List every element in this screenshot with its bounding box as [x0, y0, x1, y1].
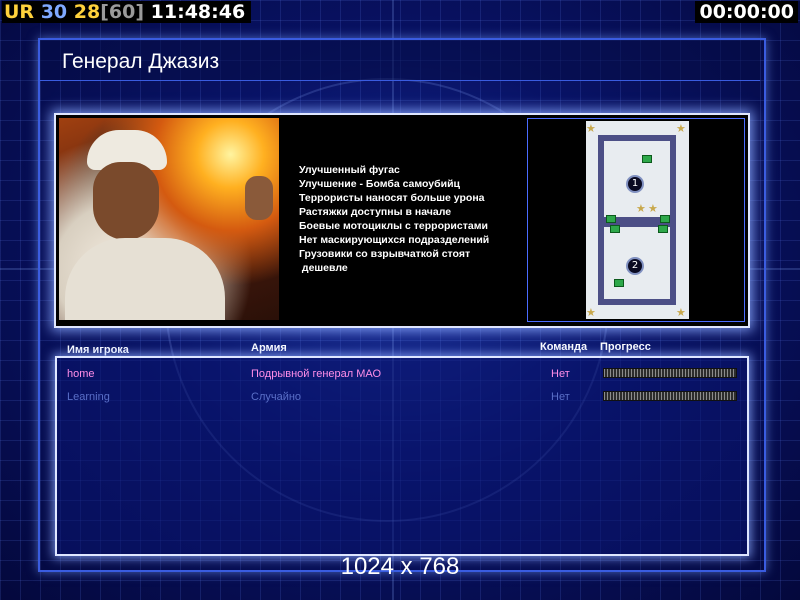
trait-line: Растяжки доступны в начале: [299, 206, 452, 218]
player-team: Нет: [551, 368, 570, 380]
player-army: Случайно: [251, 391, 302, 403]
game-timer: 00:00:00: [695, 1, 798, 23]
player-progress-bar: [603, 391, 737, 401]
oil-derrick-icon: ★: [648, 202, 658, 215]
hud-clock: 11:48:46: [150, 1, 246, 23]
column-header-progress: Прогресс: [600, 341, 651, 353]
player-progress-bar: [603, 368, 737, 378]
supply-cache-icon: [642, 155, 652, 163]
hud-ur-label: UR: [4, 1, 35, 23]
column-header-army: Армия: [251, 342, 287, 354]
resolution-label: 1024 x 768: [340, 553, 460, 580]
player-table: [55, 356, 749, 556]
hud-fps: 30: [40, 1, 68, 23]
trait-line: Боевые мотоциклы с террористами: [299, 220, 488, 232]
trait-line: Грузовики со взрывчаткой стоят: [299, 248, 471, 260]
column-header-team: Команда: [540, 341, 588, 353]
supply-cache-icon: [606, 215, 616, 223]
supply-cache-icon: [658, 225, 668, 233]
trait-line: Улучшенный фугас: [299, 164, 400, 176]
player-name: Learning: [67, 391, 110, 403]
oil-derrick-icon: ★: [586, 306, 596, 319]
trait-line: дешевле: [299, 262, 348, 274]
trait-line: Нет маскирующихся подразделений: [299, 234, 490, 246]
general-name-title: Генерал Джазиз: [62, 50, 220, 73]
map-preview: 1 2 ★ ★ ★ ★ ★ ★: [527, 118, 745, 322]
player-team: Нет: [551, 391, 570, 403]
oil-derrick-icon: ★: [636, 202, 646, 215]
supply-cache-icon: [660, 215, 670, 223]
general-portrait: [59, 118, 279, 320]
hud-logic-fps: 28: [73, 1, 101, 23]
fps-hud: UR 30 28[60] 11:48:46: [2, 1, 252, 23]
oil-derrick-icon: ★: [676, 122, 686, 135]
start-position-marker: 1: [626, 175, 644, 193]
trait-line: Улучшение - Бомба самоубийц: [299, 178, 460, 190]
trait-line: Террористы наносят больше урона: [299, 192, 485, 204]
oil-derrick-icon: ★: [586, 122, 596, 135]
map-road: [598, 299, 676, 305]
portrait-face: [93, 162, 159, 240]
map-road: [598, 135, 676, 141]
player-army: Подрывной генерал МАО: [251, 368, 382, 380]
supply-cache-icon: [614, 279, 624, 287]
column-header-player: Имя игрока: [67, 344, 129, 356]
player-name: home: [67, 368, 95, 380]
oil-derrick-icon: ★: [676, 306, 686, 319]
start-position-marker: 2: [626, 257, 644, 275]
portrait-hand: [245, 176, 273, 220]
supply-cache-icon: [610, 225, 620, 233]
portrait-body: [65, 238, 225, 320]
map-snow-field: 1 2 ★ ★ ★ ★ ★ ★: [586, 121, 689, 319]
hud-frame-cap: [60]: [100, 1, 145, 23]
general-traits-list: Улучшенный фугас Улучшение - Бомба самоу…: [299, 163, 519, 275]
map-road: [670, 135, 676, 305]
